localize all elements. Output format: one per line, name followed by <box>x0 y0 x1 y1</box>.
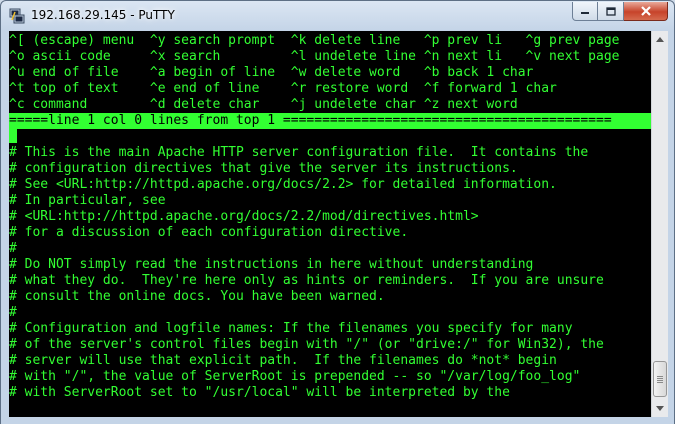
terminal-line-3: ^u end of file ^a begin of line ^w delet… <box>9 65 534 80</box>
scroll-up-button[interactable] <box>652 31 668 48</box>
vertical-scrollbar[interactable] <box>651 31 668 417</box>
terminal-line-10: # See <URL:http://httpd.apache.org/docs/… <box>9 177 557 192</box>
terminal-line-7: # <box>9 129 651 145</box>
window-title: 192.168.29.145 - PuTTY <box>31 8 175 22</box>
terminal-line-14: # <box>9 241 17 256</box>
minimize-icon <box>581 12 589 14</box>
grip-line <box>657 378 663 379</box>
window-frame-bottom <box>1 417 674 424</box>
title-bar[interactable]: 192.168.29.145 - PuTTY <box>1 1 674 31</box>
terminal-line-8: # This is the main Apache HTTP server co… <box>9 145 589 160</box>
terminal-line-1: ^[ (escape) menu ^y search prompt ^k del… <box>9 33 620 48</box>
terminal-line-23: # with ServerRoot set to "/usr/local" wi… <box>9 385 510 400</box>
terminal-line-18: # <box>9 305 17 320</box>
close-icon <box>640 6 651 16</box>
terminal-line-13: # for a discussion of each configuration… <box>9 225 409 240</box>
maximize-button[interactable] <box>598 2 624 21</box>
scroll-down-button[interactable] <box>652 400 668 417</box>
terminal-screen[interactable]: ^[ (escape) menu ^y search prompt ^k del… <box>9 31 651 417</box>
scrollbar-thumb[interactable] <box>653 361 667 397</box>
terminal-line-16: # what they do. They're here only as hin… <box>9 273 604 288</box>
terminal-line-21: # server will use that explicit path. If… <box>9 353 557 368</box>
terminal-line-2: ^o ascii code ^x search ^l undelete line… <box>9 49 620 64</box>
maximize-icon <box>605 6 616 16</box>
terminal-line-20: # of the server's control files begin wi… <box>9 337 604 352</box>
terminal-line-11: # In particular, see <box>9 193 166 208</box>
grip-line <box>657 380 663 381</box>
terminal-line-9: # configuration directives that give the… <box>9 161 518 176</box>
arrow-down-icon <box>656 406 664 411</box>
close-button[interactable] <box>624 2 668 21</box>
putty-window: 192.168.29.145 - PuTTY ^[ (escape) menu <box>0 0 675 424</box>
terminal-line-15: # Do NOT simply read the instructions in… <box>9 257 534 272</box>
editor-status-line: =====line 1 col 0 lines from top 1 =====… <box>9 113 651 129</box>
window-controls <box>572 2 668 22</box>
terminal-line-5: ^c command ^d delete char ^j undelete ch… <box>9 97 518 112</box>
putty-icon[interactable] <box>9 8 25 24</box>
grip-line <box>657 382 663 383</box>
minimize-button[interactable] <box>572 2 598 21</box>
grip-line <box>657 376 663 377</box>
text-cursor <box>9 129 17 143</box>
terminal-line-12: # <URL:http://httpd.apache.org/docs/2.2/… <box>9 209 479 224</box>
terminal-line-19: # Configuration and logfile names: If th… <box>9 321 573 336</box>
terminal-line-17: # consult the online docs. You have been… <box>9 289 385 304</box>
terminal-line-4: ^t top of text ^e end of line ^r restore… <box>9 81 557 96</box>
terminal-line-22: # with "/", the value of ServerRoot is p… <box>9 369 581 384</box>
arrow-up-icon <box>656 37 664 42</box>
